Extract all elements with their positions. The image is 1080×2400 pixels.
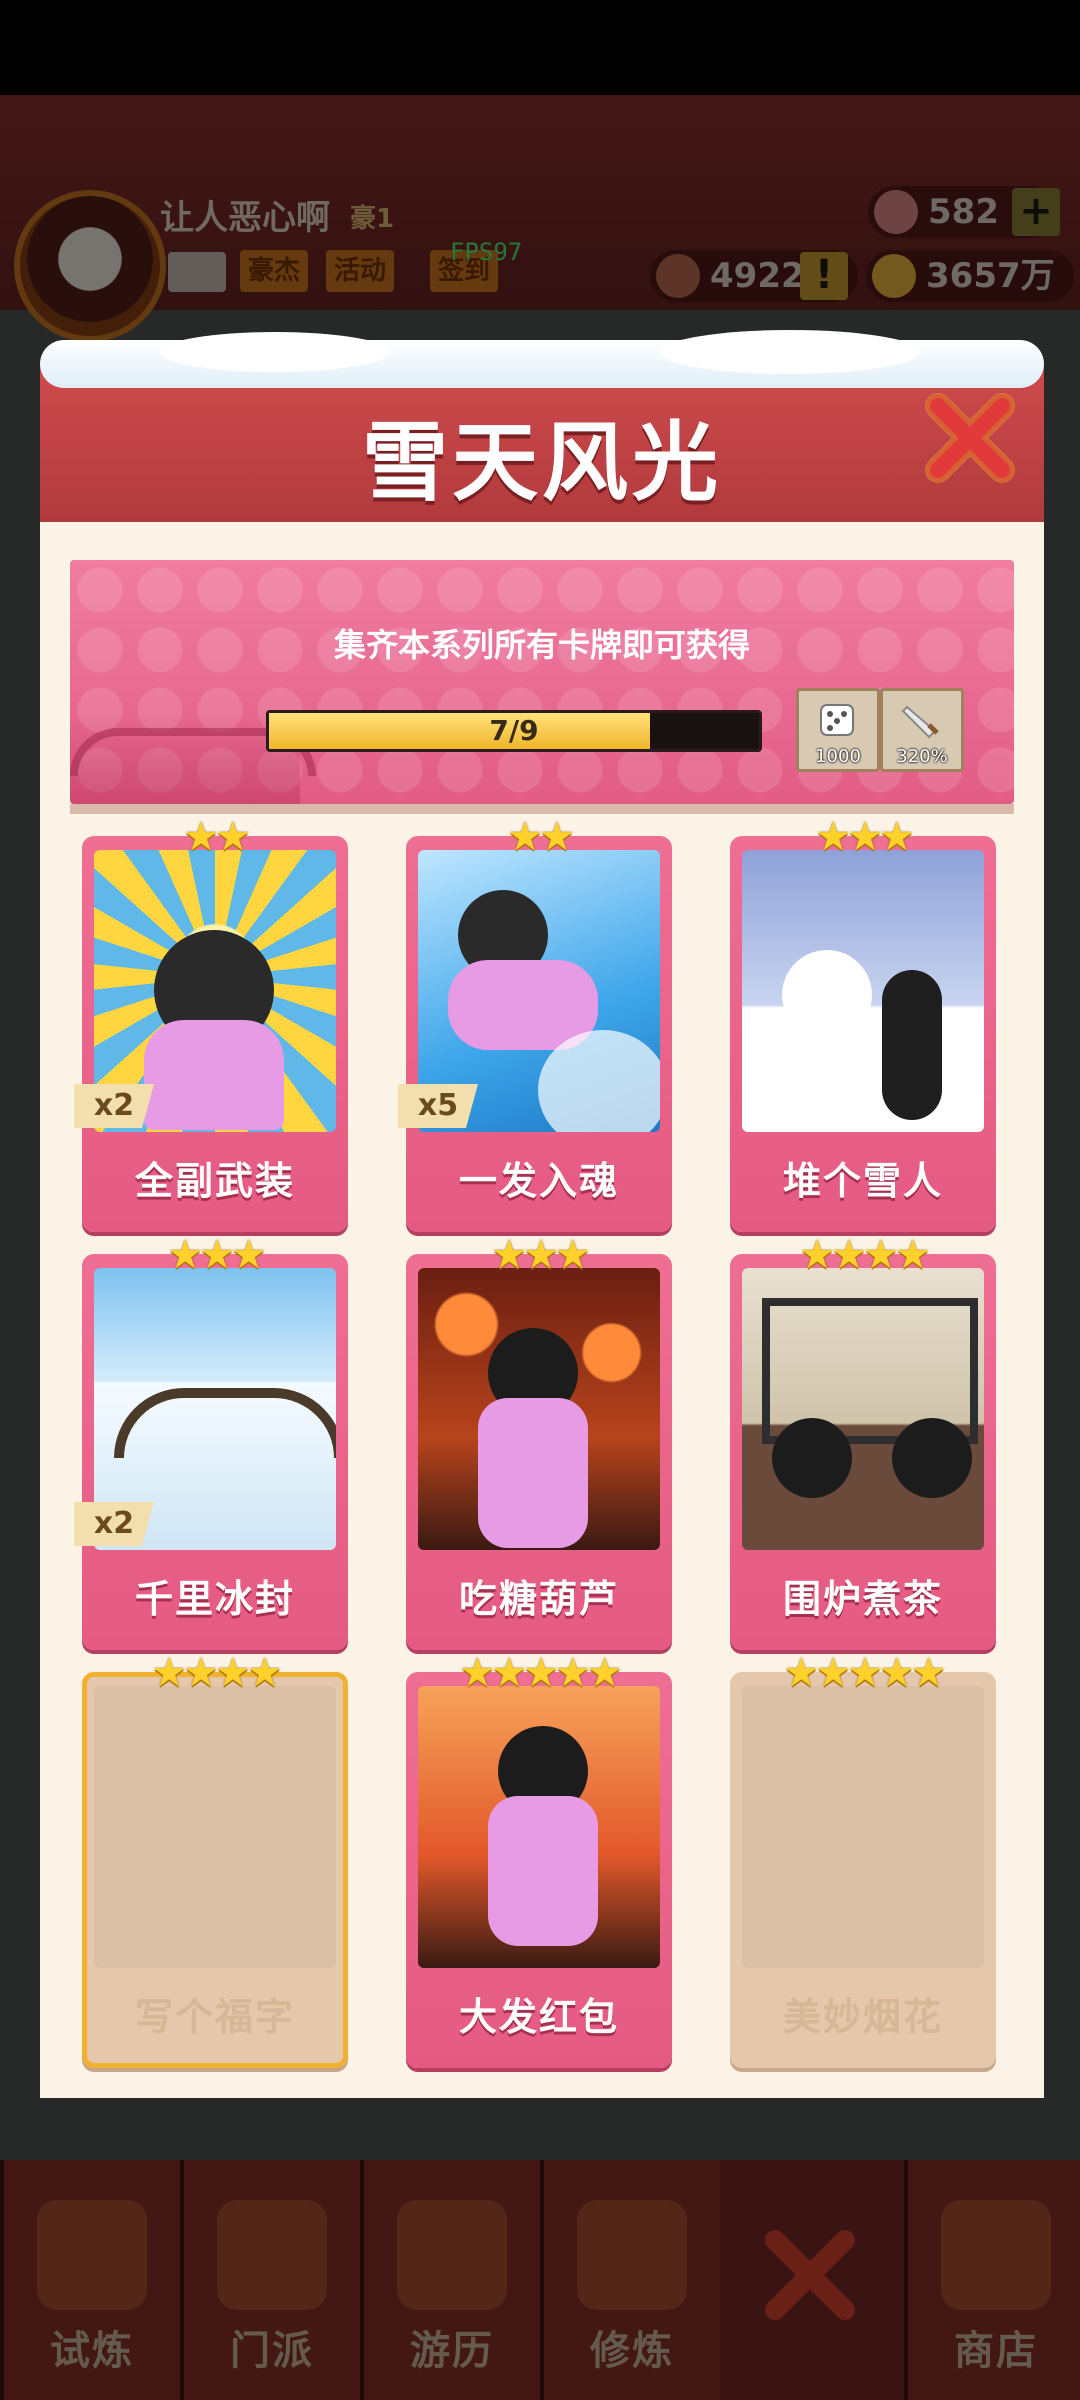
card-name: 一发入魂 [458,1159,619,1203]
banner-divider [70,804,1014,814]
star-rating: ★★★★ [151,1650,282,1696]
card-count-badge: x2 [74,1502,154,1546]
card-name: 千里冰封 [134,1577,295,1621]
snow-decoration [160,332,390,372]
card-name: 围炉煮茶 [782,1577,943,1621]
card-count-badge: x5 [398,1084,478,1128]
card-placeholder [94,1686,336,1968]
star-rating: ★★★★ [799,1232,930,1278]
card-count-badge: x2 [74,1084,154,1128]
star-rating: ★★★★★ [783,1650,946,1696]
snow-decoration [660,330,920,374]
card-item[interactable]: ★★ x2 全副武装 [74,814,348,1232]
star-rating: ★★★ [491,1232,591,1278]
close-button[interactable] [920,388,1020,488]
reward-attack[interactable]: 320% [880,688,964,772]
progress-text: 7/9 [489,714,539,747]
card-name: 大发红包 [458,1995,619,2039]
reward-dice[interactable]: 1000 [796,688,880,772]
card-item[interactable]: ★★★ 堆个雪人 [730,814,996,1232]
card-art [742,1268,984,1550]
card-collection-dialog: 雪天风光 集齐本系列所有卡牌即可获得 7/9 1000 320% ★★ x2 全… [40,330,1044,2098]
sword-icon [901,705,939,739]
card-name: 堆个雪人 [782,1159,943,1203]
card-placeholder [742,1686,984,1968]
collection-progress-bar: 7/9 [266,710,762,752]
star-rating: ★★ [507,814,575,860]
reward-label: 320% [896,746,948,767]
star-rating: ★★★★★ [459,1650,622,1696]
card-art [418,1686,660,1968]
card-item-locked[interactable]: ★★★★ 写个福字 [82,1650,348,2068]
card-name: 吃糖葫芦 [458,1577,619,1621]
card-item[interactable]: ★★★ x2 千里冰封 [74,1232,348,1650]
close-icon [925,393,1015,483]
card-name: 写个福字 [134,1995,295,2039]
dialog-title: 雪天风光 [362,413,722,513]
reward-label: 1000 [815,746,861,767]
banner-text: 集齐本系列所有卡牌即可获得 [333,626,750,664]
star-rating: ★★★ [815,814,915,860]
card-item[interactable]: ★★ x5 一发入魂 [398,814,672,1232]
card-name: 全副武装 [134,1159,295,1203]
card-art [742,850,984,1132]
collection-banner: 集齐本系列所有卡牌即可获得 7/9 1000 320% [70,560,1014,804]
card-art [418,1268,660,1550]
card-item[interactable]: ★★★★ 围炉煮茶 [730,1232,996,1650]
star-rating: ★★ [183,814,251,860]
dice-icon [820,704,854,736]
card-item[interactable]: ★★★★★ 大发红包 [406,1650,672,2068]
card-item-locked[interactable]: ★★★★★ 美妙烟花 [730,1650,996,2068]
card-item[interactable]: ★★★ 吃糖葫芦 [406,1232,672,1650]
card-name: 美妙烟花 [782,1995,943,2039]
star-rating: ★★★ [167,1232,267,1278]
